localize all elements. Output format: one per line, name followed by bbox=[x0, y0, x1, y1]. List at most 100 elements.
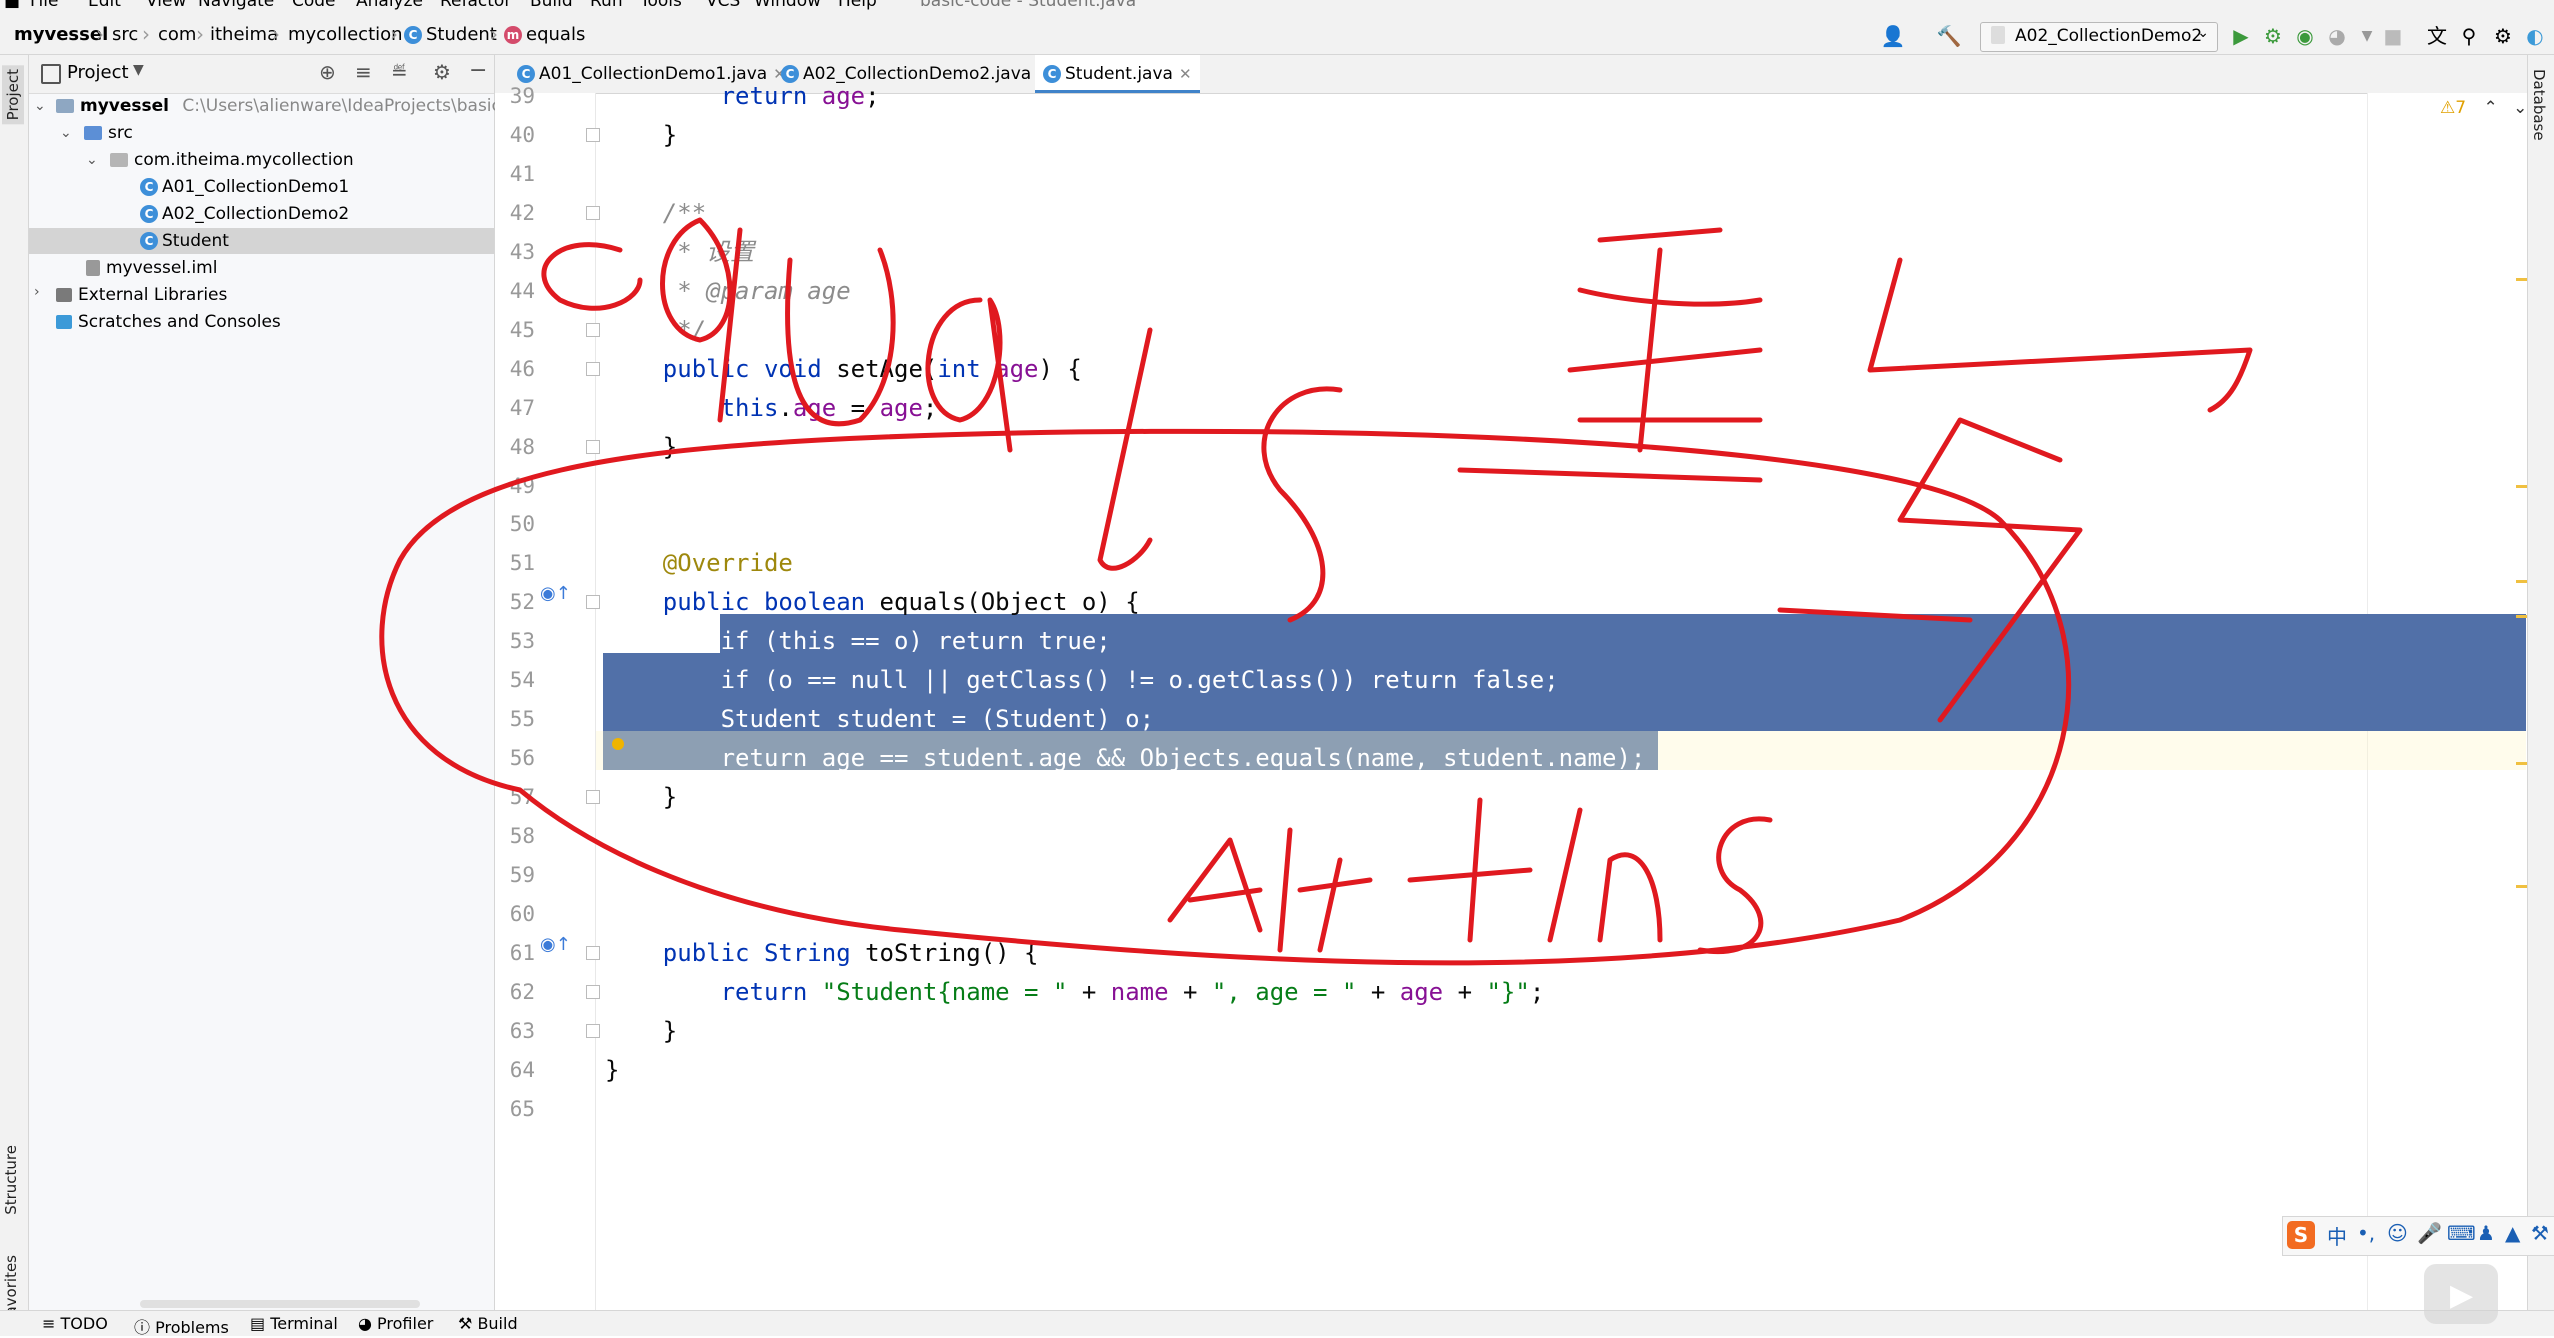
tree-package[interactable]: com.itheima.mycollection bbox=[110, 147, 354, 173]
search-icon[interactable]: ⚲ bbox=[2456, 22, 2482, 50]
user-icon[interactable]: 👤 bbox=[1880, 22, 1906, 50]
chevron-down-icon[interactable]: ⌄ bbox=[2513, 98, 2527, 118]
chevron-down-icon[interactable]: ▼ bbox=[2354, 22, 2380, 50]
override-icon[interactable]: ◉↑ bbox=[540, 934, 571, 955]
bulb-icon[interactable] bbox=[612, 738, 624, 750]
code-line[interactable]: public boolean equals(Object o) { bbox=[605, 583, 1140, 622]
breadcrumb-mycollection[interactable]: mycollection bbox=[288, 24, 403, 45]
user-icon[interactable]: ♟ bbox=[2477, 1221, 2495, 1245]
fold-icon[interactable] bbox=[586, 945, 600, 960]
tool-structure[interactable]: Structure bbox=[2, 1145, 20, 1215]
menu-navigate[interactable]: Navigate bbox=[198, 0, 274, 11]
breadcrumb-com[interactable]: com bbox=[158, 24, 196, 45]
chevron-down-icon[interactable]: ⌄ bbox=[34, 98, 46, 114]
locate-icon[interactable]: ⊕ bbox=[319, 60, 336, 84]
expand-all-icon[interactable]: ≡ bbox=[355, 60, 372, 84]
plugin-icon[interactable]: ◐ bbox=[2522, 22, 2548, 50]
skin-icon[interactable]: ▲ bbox=[2505, 1221, 2520, 1245]
chevron-right-icon[interactable]: › bbox=[34, 284, 40, 300]
code-line[interactable]: return "Student{name = " + name + ", age… bbox=[605, 973, 1545, 1012]
tree-class-student[interactable]: C Student bbox=[140, 228, 229, 254]
tree-class-a02[interactable]: C A02_CollectionDemo2 bbox=[140, 201, 349, 227]
code-line[interactable]: */ bbox=[605, 311, 706, 350]
fold-icon[interactable] bbox=[586, 322, 600, 337]
tool-project[interactable]: Project bbox=[2, 65, 24, 125]
fold-icon[interactable] bbox=[586, 790, 600, 805]
menu-vcs[interactable]: VCS bbox=[706, 0, 740, 11]
code-line[interactable]: if (this == o) return true; bbox=[605, 622, 1111, 661]
hammer-icon[interactable]: 🔨 bbox=[1936, 22, 1962, 50]
tool-problems[interactable]: ⓘ Problems bbox=[134, 1314, 229, 1338]
chevron-up-icon[interactable]: ⌃ bbox=[2483, 98, 2497, 118]
tab-student[interactable]: C Student.java ✕ bbox=[1035, 55, 1200, 93]
tree-external[interactable]: External Libraries bbox=[56, 282, 227, 308]
menu-tools[interactable]: Tools bbox=[640, 0, 682, 11]
breadcrumb-src[interactable]: src bbox=[112, 24, 138, 45]
fold-icon[interactable] bbox=[586, 984, 600, 999]
code-line[interactable]: Student student = (Student) o; bbox=[605, 700, 1154, 739]
ime-language[interactable]: 中 bbox=[2327, 1221, 2347, 1250]
tree-scratches[interactable]: Scratches and Consoles bbox=[56, 309, 281, 335]
code-line[interactable]: return age == student.age && Objects.equ… bbox=[605, 739, 1646, 778]
code-line[interactable]: } bbox=[605, 428, 677, 467]
tree-root[interactable]: myvessel C:\Users\alienware\IdeaProjects… bbox=[56, 93, 538, 119]
fold-icon[interactable] bbox=[586, 361, 600, 376]
code-line[interactable]: } bbox=[605, 116, 677, 155]
fold-icon[interactable] bbox=[586, 205, 600, 220]
microphone-icon[interactable]: 🎤 bbox=[2417, 1221, 2442, 1245]
tree-iml[interactable]: myvessel.iml bbox=[86, 255, 217, 281]
gear-icon[interactable]: ⚙ bbox=[433, 60, 451, 84]
inspection-widget[interactable]: ⚠7 ⌃ ⌄ bbox=[2440, 98, 2527, 118]
menu-code[interactable]: Code bbox=[292, 0, 336, 11]
menu-help[interactable]: Help bbox=[838, 0, 877, 11]
override-icon[interactable]: ◉↑ bbox=[540, 583, 571, 604]
menu-window[interactable]: Window bbox=[754, 0, 821, 11]
gear-icon[interactable]: ⚙ bbox=[2490, 22, 2516, 50]
chevron-down-icon[interactable]: ⌄ bbox=[60, 125, 72, 141]
menu-analyze[interactable]: Analyze bbox=[356, 0, 423, 11]
stop-icon[interactable]: ■ bbox=[2380, 22, 2406, 50]
breadcrumb-project[interactable]: myvessel bbox=[14, 24, 108, 45]
tool-build[interactable]: ⚒ Build bbox=[458, 1314, 518, 1333]
tool-profiler[interactable]: ◕ Profiler bbox=[358, 1314, 433, 1333]
chevron-down-icon[interactable]: ⌄ bbox=[86, 152, 98, 168]
profile-icon[interactable]: ◕ bbox=[2324, 22, 2350, 50]
run-icon[interactable]: ▶ bbox=[2228, 22, 2254, 50]
close-icon[interactable]: ✕ bbox=[1179, 65, 1192, 83]
fold-icon[interactable] bbox=[586, 595, 600, 610]
video-play-button[interactable]: ▶ bbox=[2424, 1264, 2498, 1324]
fold-icon[interactable] bbox=[586, 1023, 600, 1038]
tree-src[interactable]: src bbox=[84, 120, 133, 146]
code-line[interactable]: * @param age bbox=[605, 272, 850, 311]
menu-run[interactable]: Run bbox=[590, 0, 623, 11]
code-line[interactable]: /** bbox=[605, 194, 706, 233]
breadcrumb-student[interactable]: C Student bbox=[404, 24, 497, 45]
project-panel-title[interactable]: Project bbox=[67, 62, 129, 83]
code-line[interactable]: } bbox=[605, 1012, 677, 1051]
code-line[interactable]: public String toString() { bbox=[605, 934, 1039, 973]
translate-icon[interactable]: 文 bbox=[2424, 22, 2450, 50]
debug-icon[interactable]: ⚙ bbox=[2260, 22, 2286, 50]
chevron-down-icon[interactable]: ▼ bbox=[133, 62, 144, 78]
fold-icon[interactable] bbox=[586, 127, 600, 142]
code-line[interactable]: if (o == null || getClass() != o.getClas… bbox=[605, 661, 1559, 700]
punctuation-icon[interactable]: •, bbox=[2357, 1221, 2375, 1245]
code-line[interactable]: * 设置 bbox=[605, 233, 754, 272]
code-line[interactable]: } bbox=[605, 1051, 619, 1090]
emoji-icon[interactable]: ☺ bbox=[2387, 1221, 2408, 1245]
menu-refactor[interactable]: Refactor bbox=[440, 0, 511, 11]
menu-file[interactable]: File bbox=[30, 0, 58, 11]
run-config-select[interactable]: A02_CollectionDemo2 ⌄ bbox=[1980, 22, 2218, 52]
coverage-icon[interactable]: ◉ bbox=[2292, 22, 2318, 50]
tool-database[interactable]: Database bbox=[2530, 69, 2548, 141]
wrench-icon[interactable]: ⚒ bbox=[2531, 1221, 2549, 1245]
tool-terminal[interactable]: ▤ Terminal bbox=[250, 1314, 338, 1333]
collapse-all-icon[interactable]: ≝ bbox=[391, 60, 408, 84]
keyboard-icon[interactable]: ⌨ bbox=[2447, 1221, 2476, 1245]
code-line[interactable]: return age; bbox=[605, 77, 880, 116]
horizontal-scrollbar[interactable] bbox=[140, 1300, 420, 1308]
menu-edit[interactable]: Edit bbox=[88, 0, 121, 11]
breadcrumb-equals[interactable]: m equals bbox=[504, 24, 585, 45]
tool-todo[interactable]: ≡ TODO bbox=[42, 1314, 108, 1333]
menu-build[interactable]: Build bbox=[530, 0, 573, 11]
